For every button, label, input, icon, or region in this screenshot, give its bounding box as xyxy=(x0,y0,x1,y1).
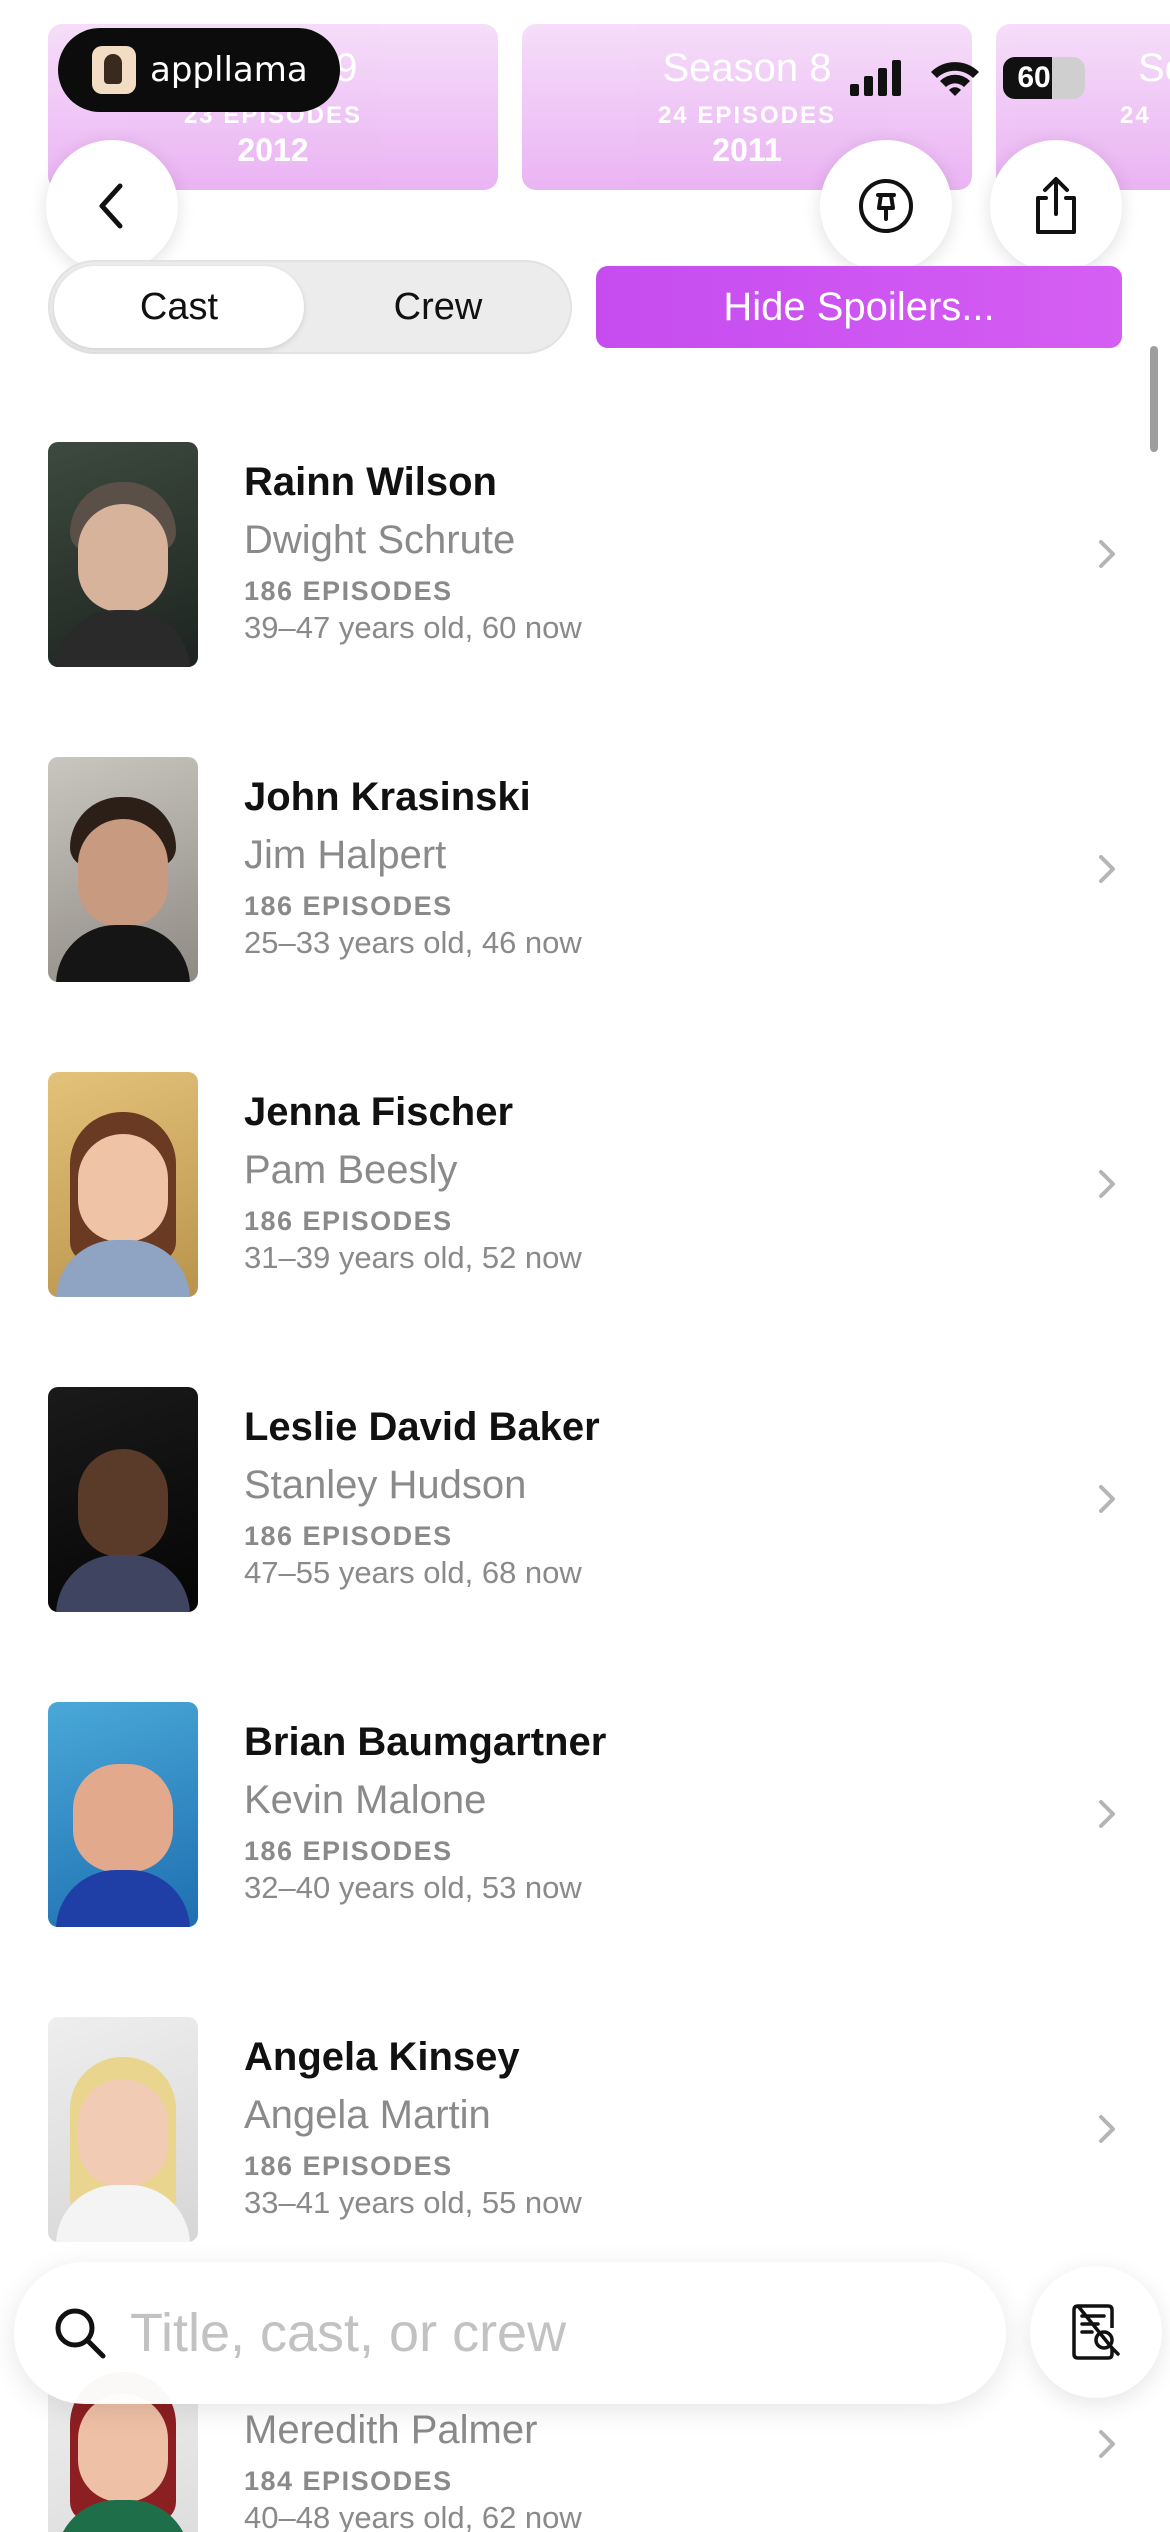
chevron-left-icon xyxy=(99,183,123,229)
actor-photo xyxy=(48,1072,198,1297)
chevron-right-icon xyxy=(1099,1800,1115,1828)
cast-row[interactable]: John Krasinski Jim Halpert 186 EPISODES … xyxy=(0,757,1170,1072)
episode-count: 186 EPISODES xyxy=(244,891,453,921)
appllama-badge: appllama xyxy=(58,28,340,112)
cast-row[interactable]: Rainn Wilson Dwight Schrute 186 EPISODES… xyxy=(0,442,1170,757)
season-episode-count: 24 EPISODES xyxy=(657,102,837,129)
age-range: 25–33 years old, 46 now xyxy=(244,925,582,960)
share-icon xyxy=(1036,177,1076,234)
actor-photo xyxy=(48,2017,198,2242)
actor-name: Angela Kinsey xyxy=(244,2035,520,2079)
pin-icon xyxy=(859,179,913,233)
character-name: Dwight Schrute xyxy=(244,518,516,562)
episode-count: 186 EPISODES xyxy=(244,1521,453,1551)
llama-logo-icon xyxy=(92,46,136,94)
cast-row[interactable]: Leslie David Baker Stanley Hudson 186 EP… xyxy=(0,1387,1170,1702)
character-name: Angela Martin xyxy=(244,2093,491,2137)
brand-name: appllama xyxy=(150,50,308,90)
document-search-icon xyxy=(1072,2304,1120,2360)
actor-name: Jenna Fischer xyxy=(244,1090,514,1134)
wifi-icon xyxy=(931,62,979,96)
character-name: Kevin Malone xyxy=(244,1778,487,1822)
back-button[interactable] xyxy=(46,140,178,272)
tab-cast[interactable]: Cast xyxy=(54,260,304,354)
actor-name: John Krasinski xyxy=(244,775,531,819)
battery-icon: 60 xyxy=(1003,57,1085,99)
character-name: Stanley Hudson xyxy=(244,1463,527,1507)
share-button[interactable] xyxy=(990,140,1122,272)
season-episode-count: 24 xyxy=(1120,102,1151,129)
cast-row[interactable]: Jenna Fischer Pam Beesly 186 EPISODES 31… xyxy=(0,1072,1170,1387)
age-range: 40–48 years old, 62 now xyxy=(244,2500,582,2532)
actor-photo xyxy=(48,1387,198,1612)
actor-photo xyxy=(48,757,198,982)
search-bar[interactable] xyxy=(14,2262,1006,2404)
battery-level: 60 xyxy=(1017,61,1051,94)
character-name: Jim Halpert xyxy=(244,833,447,877)
episode-count: 184 EPISODES xyxy=(244,2466,453,2496)
cast-row[interactable]: Brian Baumgartner Kevin Malone 186 EPISO… xyxy=(0,1702,1170,2017)
hide-spoilers-button[interactable]: Hide Spoilers... xyxy=(596,266,1122,348)
cast-crew-segmented-control[interactable]: Cast Crew xyxy=(48,260,572,354)
actor-name: Rainn Wilson xyxy=(244,460,497,504)
status-bar: 60 xyxy=(850,50,1085,106)
episode-count: 186 EPISODES xyxy=(244,2151,453,2181)
chevron-right-icon xyxy=(1099,1170,1115,1198)
character-name: Pam Beesly xyxy=(244,1148,458,1192)
search-input[interactable] xyxy=(130,2302,930,2364)
document-search-button[interactable] xyxy=(1030,2266,1162,2398)
actor-name: Brian Baumgartner xyxy=(244,1720,607,1764)
magnifying-glass-icon xyxy=(55,2308,106,2359)
episode-count: 186 EPISODES xyxy=(244,576,453,606)
chevron-right-icon xyxy=(1099,540,1115,568)
episode-count: 186 EPISODES xyxy=(244,1836,453,1866)
age-range: 32–40 years old, 53 now xyxy=(244,1870,582,1905)
age-range: 47–55 years old, 68 now xyxy=(244,1555,582,1590)
chevron-right-icon xyxy=(1099,2430,1115,2458)
actor-photo xyxy=(48,442,198,667)
tab-crew[interactable]: Crew xyxy=(310,260,566,354)
chevron-right-icon xyxy=(1099,1485,1115,1513)
actor-name: Leslie David Baker xyxy=(244,1405,600,1449)
age-range: 33–41 years old, 55 now xyxy=(244,2185,582,2220)
age-range: 31–39 years old, 52 now xyxy=(244,1240,582,1275)
scroll-indicator[interactable] xyxy=(1150,346,1158,452)
chevron-right-icon xyxy=(1099,2115,1115,2143)
chevron-right-icon xyxy=(1099,855,1115,883)
episode-count: 186 EPISODES xyxy=(244,1206,453,1236)
character-name: Meredith Palmer xyxy=(244,2408,538,2452)
pin-button[interactable] xyxy=(820,140,952,272)
age-range: 39–47 years old, 60 now xyxy=(244,610,582,645)
actor-photo xyxy=(48,1702,198,1927)
cellular-signal-icon xyxy=(850,60,901,96)
